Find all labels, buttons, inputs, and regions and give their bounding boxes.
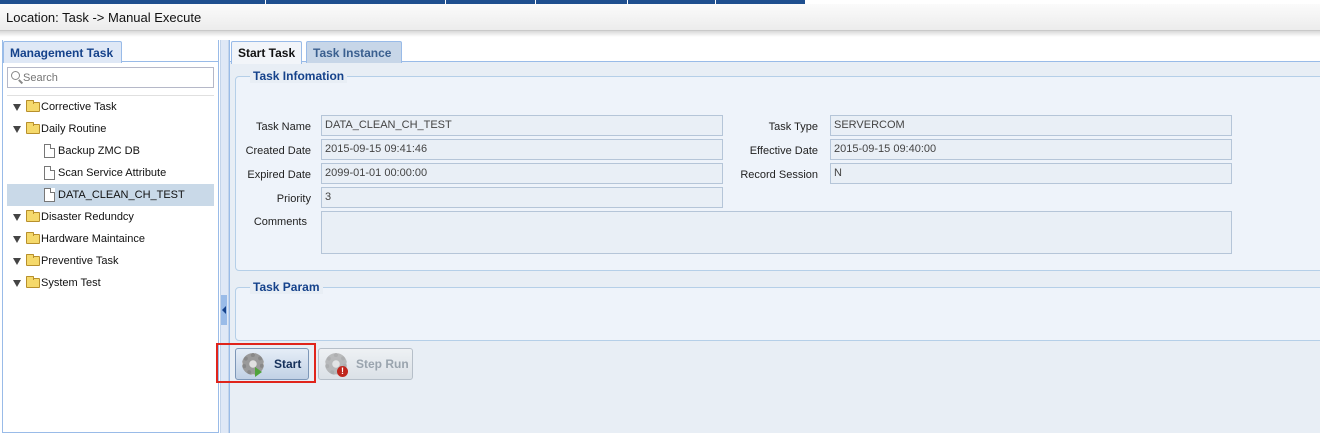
tree-node-disaster-redundcy[interactable]: Disaster Redundcy <box>7 206 214 228</box>
document-icon <box>44 188 55 202</box>
folder-icon <box>26 276 40 288</box>
tree-node-preventive-task[interactable]: Preventive Task <box>7 250 214 272</box>
search-icon <box>11 71 20 80</box>
tree-node-label: Backup ZMC DB <box>58 145 140 157</box>
tab-management-task-label: Management Task <box>10 46 114 60</box>
tree-node-hardware-maintaince[interactable]: Hardware Maintaince <box>7 228 214 250</box>
location-text: Location: Task -> Manual Execute <box>6 10 202 25</box>
tree-node-label: Scan Service Attribute <box>58 167 167 179</box>
effective-date-label: Effective Date <box>749 145 818 157</box>
document-icon <box>44 144 55 158</box>
folder-icon <box>26 122 40 134</box>
search-input[interactable] <box>23 69 211 86</box>
comments-field[interactable] <box>321 211 1232 254</box>
task-type-field[interactable]: SERVERCOM <box>830 115 1232 136</box>
expand-arrow-icon[interactable] <box>13 236 21 243</box>
task-type-label: Task Type <box>768 121 818 133</box>
tree-node-daily-routine[interactable]: Daily Routine <box>7 118 214 140</box>
record-session-field[interactable]: N <box>830 163 1232 184</box>
start-button-highlight <box>216 343 316 383</box>
warning-icon: ! <box>337 366 348 377</box>
folder-icon <box>26 100 40 112</box>
expand-arrow-icon[interactable] <box>13 126 21 133</box>
location-bar: Location: Task -> Manual Execute <box>0 4 1320 31</box>
left-tab-bar: Management Task <box>3 40 218 63</box>
folder-icon <box>26 232 40 244</box>
expand-arrow-icon[interactable] <box>13 258 21 265</box>
document-icon <box>44 166 55 180</box>
tree-node-label: DATA_CLEAN_CH_TEST <box>58 189 185 201</box>
record-session-label: Record Session <box>740 169 818 181</box>
tree-node-label: Hardware Maintaince <box>41 233 145 245</box>
tree-node-label: Disaster Redundcy <box>41 211 134 223</box>
effective-date-field[interactable]: 2015-09-15 09:40:00 <box>830 139 1232 160</box>
search-box[interactable] <box>7 67 214 88</box>
task-tree: Corrective Task Daily Routine Backup ZMC… <box>7 95 214 294</box>
tab-management-task[interactable]: Management Task <box>3 41 122 63</box>
tree-node-scan-service-attribute[interactable]: Scan Service Attribute <box>7 162 214 184</box>
expand-arrow-icon[interactable] <box>13 104 21 111</box>
tree-node-label: Preventive Task <box>41 255 119 267</box>
step-run-button-label: Step Run <box>356 357 409 371</box>
tree-node-data-clean-ch-test[interactable]: DATA_CLEAN_CH_TEST <box>7 184 214 206</box>
tree-node-backup-zmc-db[interactable]: Backup ZMC DB <box>7 140 214 162</box>
location-shadow <box>0 31 1320 37</box>
tree-node-corrective-task[interactable]: Corrective Task <box>7 96 214 118</box>
tree-node-label: Corrective Task <box>41 101 117 113</box>
tree-node-label: Daily Routine <box>41 123 107 135</box>
tree-node-label: System Test <box>41 277 101 289</box>
folder-icon <box>26 254 40 266</box>
expand-arrow-icon[interactable] <box>13 280 21 287</box>
folder-icon <box>26 210 40 222</box>
expand-arrow-icon[interactable] <box>13 214 21 221</box>
collapse-arrow-icon[interactable] <box>221 295 227 325</box>
management-task-panel: Management Task Corrective Task Daily Ro… <box>2 40 219 433</box>
tree-node-system-test[interactable]: System Test <box>7 272 214 294</box>
step-run-button[interactable]: ! Step Run <box>318 348 413 380</box>
